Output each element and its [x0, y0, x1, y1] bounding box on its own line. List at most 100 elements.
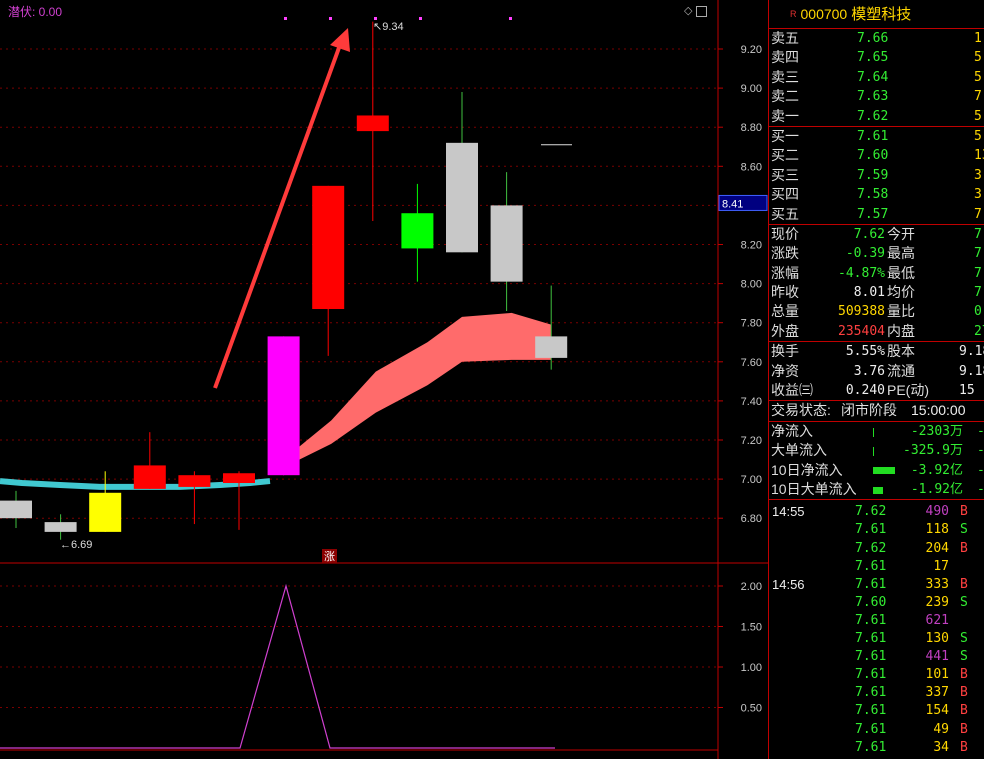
- tick-row: 7.61 34 B: [769, 739, 984, 757]
- top-marker-dot: [374, 17, 377, 20]
- fund-flow-row: 大单流入 -325.9万-: [769, 441, 984, 460]
- flow-label: 10日净流入: [771, 461, 843, 478]
- order-volume: 13: [974, 148, 984, 164]
- tick-price: 7.60: [855, 594, 887, 610]
- y-tick-label: 8.80: [741, 122, 762, 134]
- order-volume: 5: [974, 69, 982, 85]
- y-tick-label: 7.20: [741, 435, 762, 447]
- candle-body: [89, 492, 122, 532]
- stat-label: 今开: [887, 225, 915, 242]
- order-volume: 7: [974, 89, 982, 105]
- stock-code: 000700: [800, 6, 848, 22]
- order-book-row: 买二 7.60 13: [769, 146, 984, 165]
- stat-label: 收益㈢: [771, 382, 813, 399]
- order-volume: 7: [974, 206, 982, 222]
- stat-label: 流通: [887, 362, 915, 379]
- order-level-label: 卖五: [771, 30, 799, 46]
- tick-side: S: [960, 594, 968, 610]
- stat-value: 2739: [974, 323, 984, 339]
- tick-side: B: [960, 739, 968, 755]
- y-tick-label: 7.00: [741, 474, 762, 486]
- price-stat-row: 现价 7.62今开 7.: [769, 225, 984, 244]
- flow-bar: [873, 422, 874, 441]
- order-level-label: 买二: [771, 147, 799, 164]
- kline-chart-area[interactable]: 9.209.008.808.608.408.208.007.807.607.40…: [0, 0, 768, 759]
- stock-name: 模塑科技: [851, 6, 912, 23]
- y-tick-label: 8.20: [741, 240, 762, 252]
- order-volume: 3: [974, 187, 982, 203]
- candle-body: [490, 205, 523, 282]
- order-price: 7.59: [857, 167, 889, 183]
- tick-volume: 333: [925, 576, 949, 592]
- order-level-label: 卖三: [771, 68, 799, 85]
- order-price: 7.62: [857, 108, 889, 124]
- order-volume: 5: [974, 50, 982, 66]
- order-book-row: 买四 7.58 3: [769, 185, 984, 204]
- order-book-row: 卖三 7.64 5: [769, 68, 984, 87]
- indicator-label: 潜伏: 0.00: [8, 5, 63, 19]
- candle-body: [178, 475, 211, 487]
- order-level-label: 买四: [771, 186, 799, 203]
- kline-chart-svg[interactable]: 9.209.008.808.608.408.208.007.807.607.40…: [0, 0, 768, 759]
- order-book-row: 卖四 7.65 5: [769, 48, 984, 67]
- stat-value: 9.18: [959, 344, 984, 360]
- candle-body: [267, 336, 300, 476]
- stat-label: 量比: [887, 303, 915, 320]
- candle-body: [446, 142, 478, 253]
- tick-volume: 17: [933, 558, 949, 574]
- order-price: 7.57: [857, 206, 889, 222]
- stat-label: 换手: [771, 343, 799, 360]
- tick-price: 7.61: [855, 631, 887, 647]
- share-stat-row: 净资 3.76流通 9.18: [769, 362, 984, 381]
- stat-value: 7.62: [853, 226, 885, 242]
- flow-tail: -: [977, 461, 984, 480]
- tick-side: S: [960, 631, 968, 647]
- price-stat-row: 总量 509388量比 0.: [769, 302, 984, 321]
- price-stat-row: 涨跌 -0.39最高 7.: [769, 244, 984, 263]
- stat-label: 外盘: [771, 322, 799, 339]
- flow-tail: -: [977, 480, 984, 499]
- top-marker-dot: [329, 17, 332, 20]
- order-price: 7.63: [857, 89, 889, 105]
- price-stat-row: 涨幅 -4.87%最低 7.: [769, 264, 984, 283]
- y-tick-label: 9.20: [741, 44, 762, 56]
- order-level-label: 买三: [771, 166, 799, 183]
- zhang-badge: 涨: [324, 550, 335, 563]
- tick-volume: 337: [925, 685, 949, 701]
- order-volume: 5: [974, 108, 982, 124]
- trade-status-time: 15:00:00: [911, 402, 966, 419]
- order-volume: 3: [974, 167, 982, 183]
- stat-value: 235404: [838, 323, 885, 339]
- tick-price: 7.61: [855, 576, 887, 592]
- panel-toggle-icon[interactable]: [696, 5, 708, 17]
- price-stats: 现价 7.62今开 7. 涨跌 -0.39最高 7. 涨幅 -4.87%最低 7. 昨收 8.01均…: [769, 225, 984, 343]
- tick-price: 7.61: [855, 558, 887, 574]
- y-tick-label: 7.60: [741, 357, 762, 369]
- trade-status-label: 交易状态:: [771, 402, 831, 419]
- stat-label: PE(动): [887, 382, 929, 399]
- sub-tick-label: 1.50: [741, 622, 762, 634]
- tick-list[interactable]: 14:55 7.62 490 B 7.61 118 S 7.62 204 B 7.61 17 14:56…: [769, 500, 984, 756]
- tick-volume: 490: [925, 504, 949, 520]
- tick-price: 7.61: [855, 721, 887, 737]
- tick-row: 7.61 49 B: [769, 721, 984, 739]
- flow-value: -325.9万: [903, 443, 963, 459]
- share-stat-row: 收益㈢ 0.240 PE(动) 15: [769, 381, 984, 400]
- flow-label: 大单流入: [771, 442, 827, 459]
- tick-volume: 101: [925, 667, 949, 683]
- top-marker-dot: [419, 17, 422, 20]
- stat-value: 5.55%: [845, 344, 885, 360]
- tick-side: B: [960, 703, 968, 719]
- tick-row: 7.61 441 S: [769, 648, 984, 666]
- tick-volume: 621: [925, 612, 949, 628]
- stat-value: 3.76: [853, 363, 885, 379]
- tick-time: 14:56: [772, 576, 805, 592]
- stat-value: 8.01: [853, 285, 885, 301]
- diamond-icon[interactable]: ◇: [684, 4, 692, 17]
- stat-value: 7.: [974, 285, 984, 301]
- order-level-label: 买一: [771, 127, 799, 144]
- top-marker-dot: [509, 17, 512, 20]
- order-book-row: 买一 7.61 5: [769, 127, 984, 146]
- stat-value: 0.: [974, 304, 984, 320]
- order-price: 7.65: [857, 50, 889, 66]
